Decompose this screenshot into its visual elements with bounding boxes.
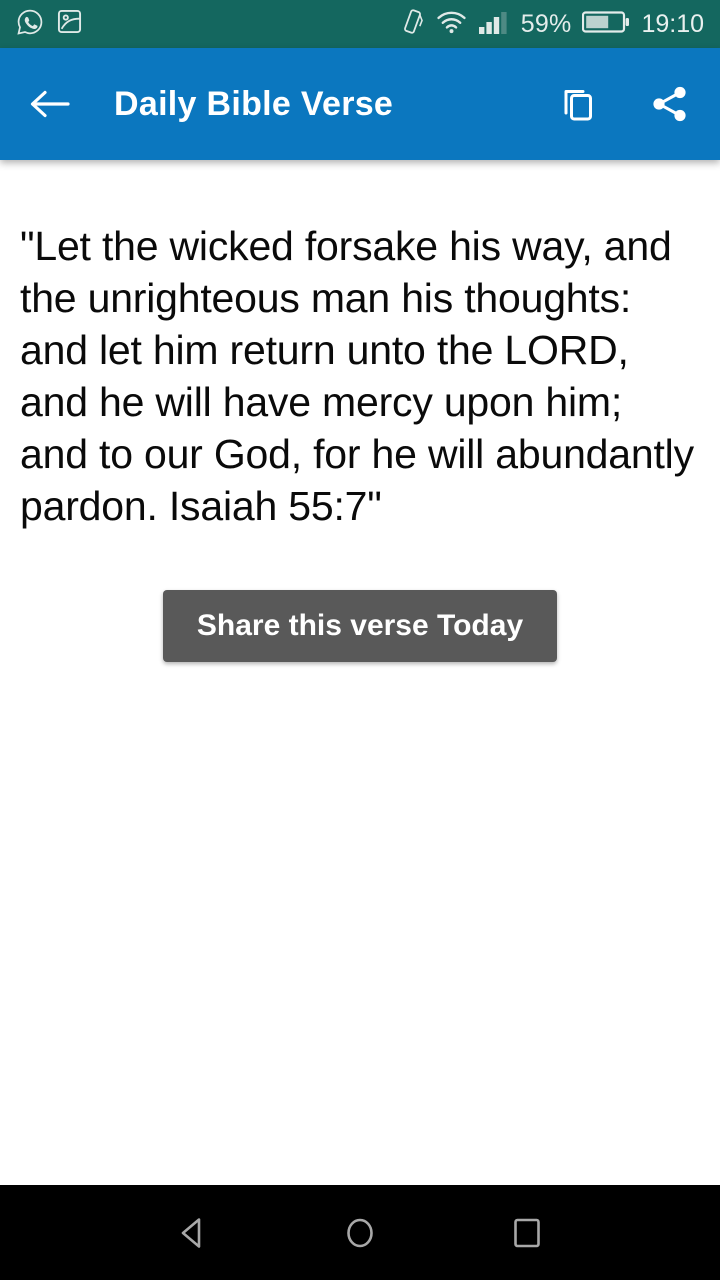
nav-home-button[interactable] bbox=[325, 1198, 395, 1268]
battery-percent-label: 59% bbox=[520, 9, 572, 38]
clock-label: 19:10 bbox=[641, 9, 704, 38]
share-button-container: Share this verse Today bbox=[0, 590, 720, 662]
share-icon-button[interactable] bbox=[644, 78, 696, 130]
vibrate-icon bbox=[400, 8, 425, 40]
signal-bars-icon bbox=[478, 9, 510, 40]
android-navigation-bar bbox=[0, 1185, 720, 1280]
circle-icon bbox=[347, 1218, 373, 1247]
wifi-icon bbox=[436, 9, 467, 39]
status-bar-left-icons bbox=[16, 8, 83, 41]
battery-icon bbox=[582, 9, 630, 40]
triangle-left-icon bbox=[182, 1217, 201, 1248]
phone-screen: 59% 19:10 Daily Bible Verse "Let the wic… bbox=[0, 0, 720, 1280]
verse-text: "Let the wicked forsake his way, and the… bbox=[20, 223, 694, 529]
screenshot-image-icon bbox=[56, 8, 83, 40]
app-bar: Daily Bible Verse bbox=[0, 48, 720, 160]
share-verse-button[interactable]: Share this verse Today bbox=[162, 590, 558, 662]
page-title: Daily Bible Verse bbox=[114, 84, 394, 123]
back-button[interactable] bbox=[24, 78, 76, 130]
app-bar-actions bbox=[550, 78, 696, 130]
nav-recents-button[interactable] bbox=[492, 1198, 562, 1268]
status-bar: 59% 19:10 bbox=[0, 0, 720, 48]
whatsapp-icon bbox=[16, 8, 44, 41]
status-bar-right-icons: 59% 19:10 bbox=[400, 8, 704, 40]
main-content: "Let the wicked forsake his way, and the… bbox=[0, 160, 720, 1185]
square-icon bbox=[513, 1218, 540, 1247]
nav-back-button[interactable] bbox=[158, 1198, 228, 1268]
copy-button[interactable] bbox=[550, 78, 602, 130]
